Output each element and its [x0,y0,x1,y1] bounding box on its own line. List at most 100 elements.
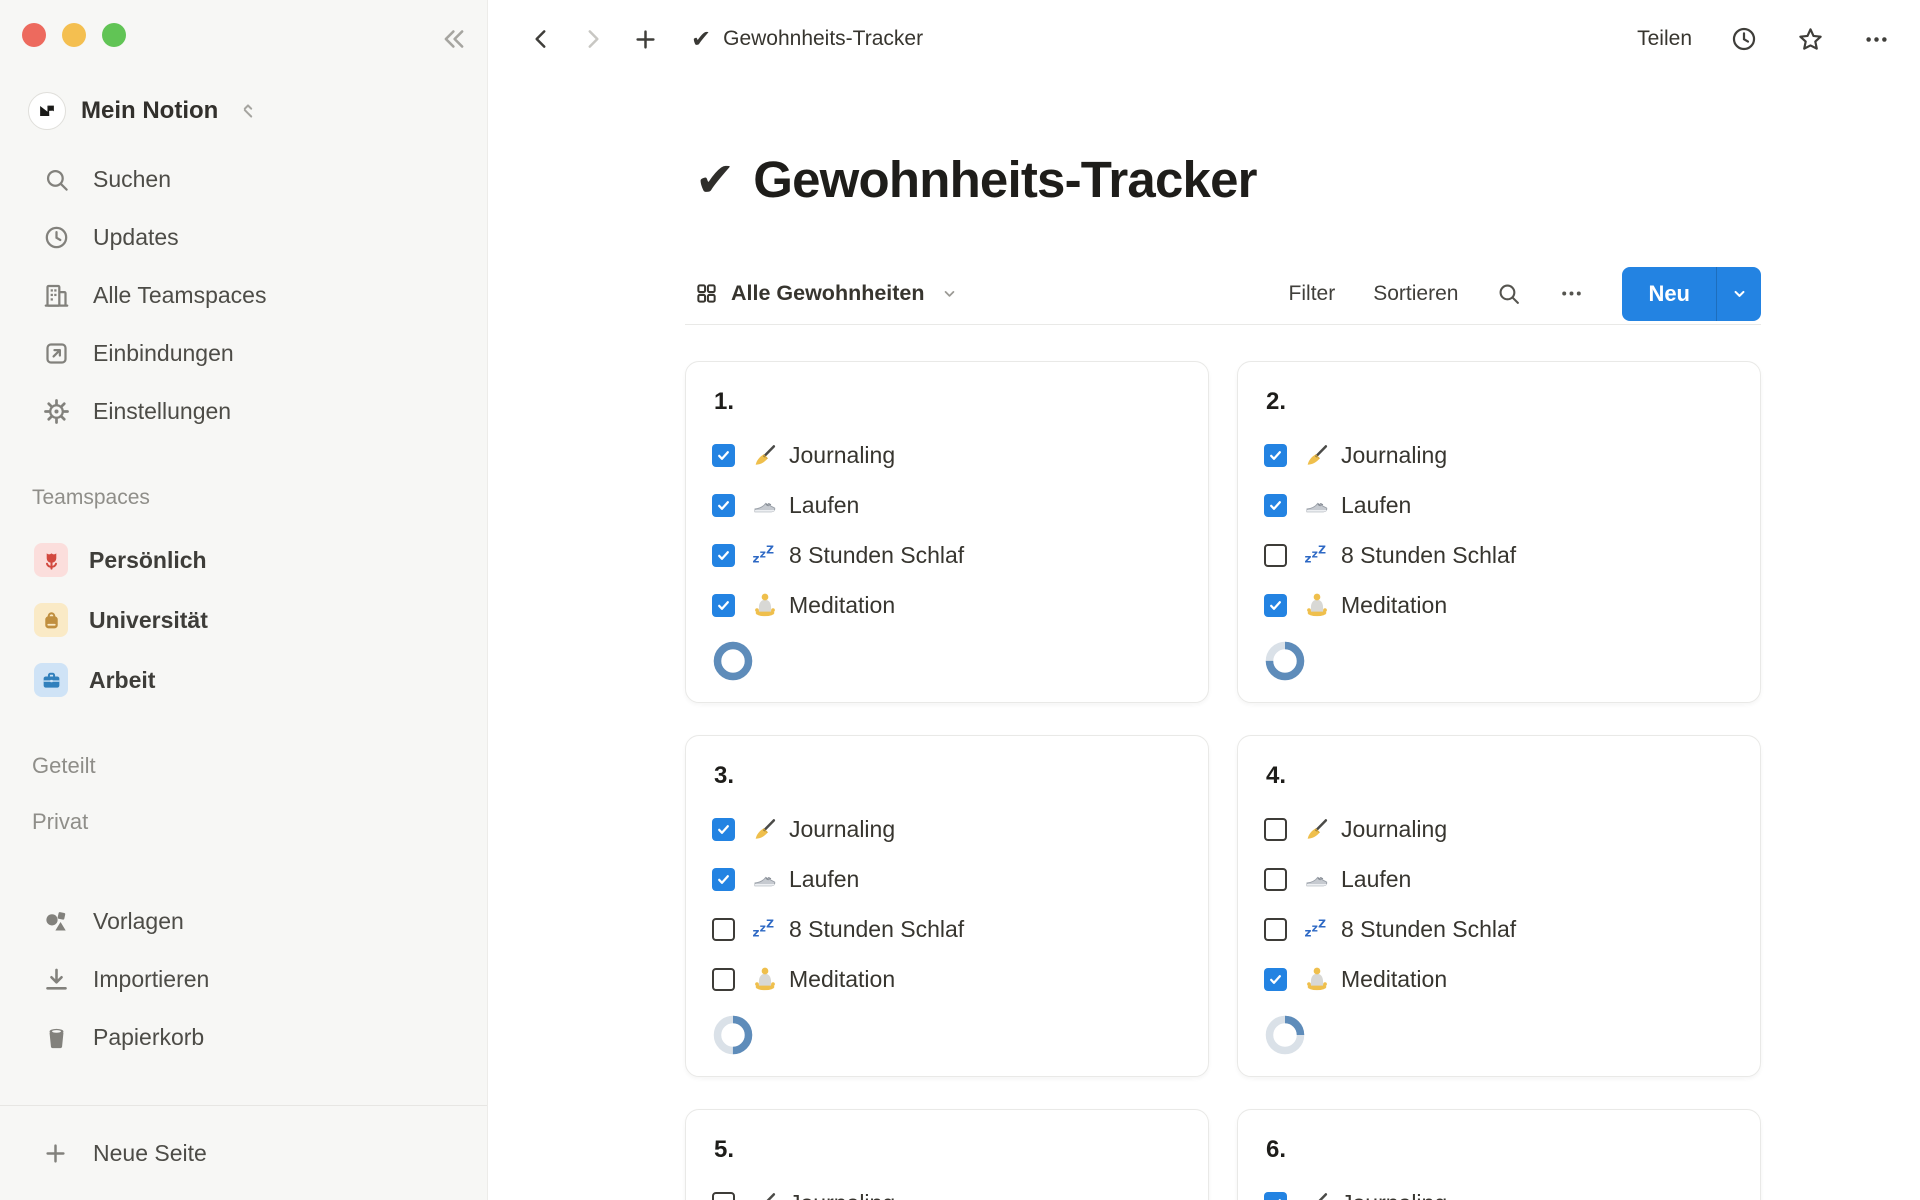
sidebar-item-alle-teamspaces[interactable]: Alle Teamspaces [0,266,487,324]
import-icon [42,966,70,993]
new-entry-chevron-icon[interactable] [1717,267,1761,321]
window-controls [22,23,126,47]
sidebar-footer-nav: Vorlagen ImportierenPapierkorb [0,892,487,1066]
sidebar-section-geteilt[interactable]: Geteilt [0,738,487,794]
view-options-icon[interactable] [1559,281,1584,306]
sidebar-item-arbeit[interactable]: Arbeit [0,650,487,710]
teamspace-label: Arbeit [89,667,155,694]
habit-label: Journaling [789,442,895,469]
habit-checkbox[interactable] [1264,818,1287,841]
sidebar-item-papierkorb[interactable]: Papierkorb [0,1008,487,1066]
sidebar-nav: Suchen Updates Alle TeamspacesEinbindungen… [0,150,487,440]
sidebar-plain-sections: GeteiltPrivat [0,738,487,850]
backpack-icon [34,603,68,637]
view-switcher[interactable]: Alle Gewohnheiten [695,281,959,306]
habit-row: zzZ8 Stunden Schlaf [1264,530,1734,580]
habit-label: Journaling [789,1190,895,1200]
sidebar-item-importieren[interactable]: Importieren [0,950,487,1008]
habit-checkbox[interactable] [712,1192,735,1200]
habit-checkbox[interactable] [712,818,735,841]
habit-checkbox[interactable] [1264,494,1287,517]
new-page-button[interactable]: Neue Seite [0,1105,487,1200]
habit-checkbox[interactable] [1264,594,1287,617]
gear-icon [42,398,70,425]
sidebar-section-privat[interactable]: Privat [0,794,487,850]
habit-row: Meditation [712,580,1182,630]
nav-back-icon[interactable] [528,26,554,52]
search-icon [42,166,70,193]
sidebar-item-einstellungen[interactable]: Einstellungen [0,382,487,440]
zzz-icon: zzZ [752,916,778,942]
chevron-down-icon [940,284,959,303]
sidebar-item-updates[interactable]: Updates [0,208,487,266]
svg-text:z: z [1312,548,1318,561]
habit-checkbox[interactable] [712,868,735,891]
habit-card[interactable]: 4.JournalingLaufenzzZ8 Stunden SchlafMed… [1237,735,1761,1077]
add-page-icon[interactable] [632,26,659,53]
favorite-star-icon[interactable] [1796,25,1825,54]
search-icon[interactable] [1496,281,1521,306]
habit-label: Meditation [789,592,895,619]
svg-text:Z: Z [1318,543,1326,556]
zzz-icon: zzZ [1304,916,1330,942]
more-options-icon[interactable] [1863,26,1890,53]
habit-checkbox[interactable] [1264,918,1287,941]
habit-row: Journaling [712,430,1182,480]
habit-row: Laufen [712,480,1182,530]
sidebar-section-teamspaces[interactable]: Teamspaces [0,476,487,520]
sort-button[interactable]: Sortieren [1373,282,1458,306]
new-entry-button[interactable]: Neu [1622,267,1761,321]
filter-button[interactable]: Filter [1289,282,1336,306]
habit-checkbox[interactable] [1264,1192,1287,1200]
history-clock-icon[interactable] [1730,25,1758,53]
habit-checkbox[interactable] [712,918,735,941]
chevrons-updown-icon [237,100,259,122]
habit-checkbox[interactable] [712,968,735,991]
habit-card[interactable]: 3.JournalingLaufenzzZ8 Stunden SchlafMed… [685,735,1209,1077]
habit-checkbox[interactable] [712,444,735,467]
page-title-check-icon: ✔ [695,144,735,216]
habit-row: Meditation [1264,580,1734,630]
habit-row: Meditation [712,954,1182,1004]
templates-icon [42,908,70,935]
svg-text:z: z [753,552,760,566]
habit-checkbox[interactable] [1264,544,1287,567]
habit-label: 8 Stunden Schlaf [1341,916,1516,943]
habit-checkbox[interactable] [1264,868,1287,891]
habit-checkbox[interactable] [712,544,735,567]
sidebar-item-label: Updates [93,224,179,251]
habit-checkbox[interactable] [712,494,735,517]
main-area: ✔ Gewohnheits-Tracker Teilen ✔ Gewohnhei… [488,0,1920,1200]
habit-row: zzZ8 Stunden Schlaf [712,530,1182,580]
close-window-button[interactable] [22,23,46,47]
zoom-window-button[interactable] [102,23,126,47]
habit-card[interactable]: 6.Journaling [1237,1109,1761,1200]
habit-checkbox[interactable] [712,594,735,617]
progress-ring [712,1014,1182,1056]
habit-row: zzZ8 Stunden Schlaf [712,904,1182,954]
briefcase-icon [34,663,68,697]
sidebar-item-personlich[interactable]: Persönlich [0,530,487,590]
habit-card[interactable]: 1.JournalingLaufenzzZ8 Stunden SchlafMed… [685,361,1209,703]
sidebar-item-suchen[interactable]: Suchen [0,150,487,208]
habit-card[interactable]: 5.Journaling [685,1109,1209,1200]
sidebar-item-universitat[interactable]: Universität [0,590,487,650]
minimize-window-button[interactable] [62,23,86,47]
habit-checkbox[interactable] [1264,968,1287,991]
svg-text:z: z [1305,926,1312,940]
workspace-switcher[interactable]: Mein Notion [28,92,487,130]
sidebar-collapse-icon[interactable] [439,24,469,54]
habit-checkbox[interactable] [1264,444,1287,467]
breadcrumb[interactable]: ✔ Gewohnheits-Tracker [691,25,923,53]
sidebar-item-label: Vorlagen [93,908,184,935]
share-button[interactable]: Teilen [1637,27,1692,51]
zzz-icon: zzZ [752,542,778,568]
habit-label: Meditation [789,966,895,993]
sidebar-item-einbindungen[interactable]: Einbindungen [0,324,487,382]
sidebar-item-vorlagen[interactable]: Vorlagen [0,892,487,950]
habit-label: Laufen [789,866,859,893]
nav-forward-icon[interactable] [580,26,606,52]
new-entry-label[interactable]: Neu [1622,267,1716,321]
habit-card[interactable]: 2.JournalingLaufenzzZ8 Stunden SchlafMed… [1237,361,1761,703]
teamspace-label: Persönlich [89,547,207,574]
